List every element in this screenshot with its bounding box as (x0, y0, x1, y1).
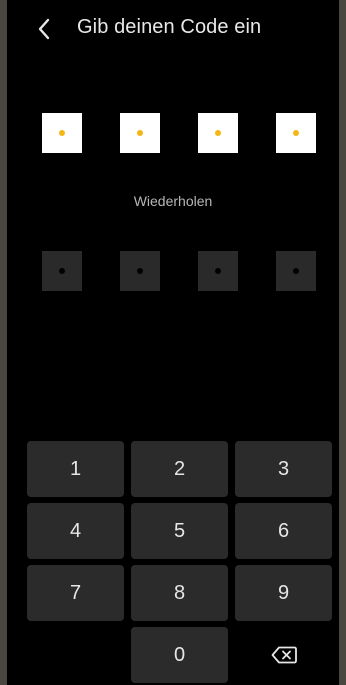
pin-dot (59, 268, 65, 274)
pin-box (198, 251, 238, 291)
pin-dot (59, 130, 65, 136)
pin-box (198, 113, 238, 153)
chevron-left-icon (38, 18, 50, 40)
key-9[interactable]: 9 (235, 565, 332, 621)
pin-dot (137, 130, 143, 136)
pin-box (120, 113, 160, 153)
key-5[interactable]: 5 (131, 503, 228, 559)
key-8[interactable]: 8 (131, 565, 228, 621)
back-button[interactable] (29, 12, 59, 46)
key-7[interactable]: 7 (27, 565, 124, 621)
pin-row-code (42, 113, 316, 153)
pin-box (276, 251, 316, 291)
key-3[interactable]: 3 (235, 441, 332, 497)
pin-dot (293, 130, 299, 136)
key-2[interactable]: 2 (131, 441, 228, 497)
pin-dot (137, 268, 143, 274)
repeat-label: Wiederholen (133, 193, 213, 209)
pin-box (120, 251, 160, 291)
pin-box (42, 113, 82, 153)
pin-box (42, 251, 82, 291)
pin-box (276, 113, 316, 153)
pin-entry-screen: Gib deinen Code ein Wiederholen 1 2 3 4 … (7, 0, 339, 685)
key-1[interactable]: 1 (27, 441, 124, 497)
pin-row-repeat (42, 251, 316, 291)
backspace-icon (271, 646, 297, 664)
key-4[interactable]: 4 (27, 503, 124, 559)
key-0[interactable]: 0 (131, 627, 228, 683)
header: Gib deinen Code ein (7, 10, 339, 48)
pin-dot (215, 268, 221, 274)
pin-dot (215, 130, 221, 136)
key-6[interactable]: 6 (235, 503, 332, 559)
delete-button[interactable] (235, 627, 332, 683)
pin-dot (293, 268, 299, 274)
page-title: Gib deinen Code ein (77, 16, 262, 38)
